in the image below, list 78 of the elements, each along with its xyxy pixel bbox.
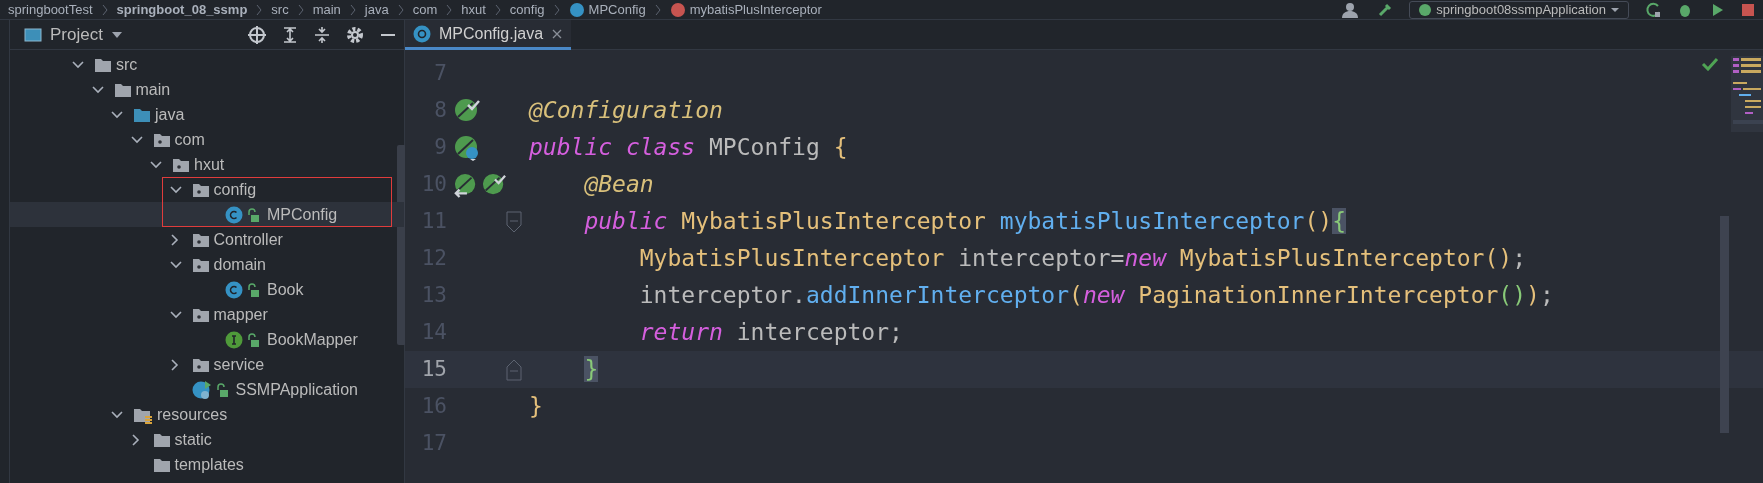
breadcrumb-item[interactable]: springbootTest <box>8 0 93 19</box>
tree-item[interactable]: SSMPApplication <box>169 379 358 400</box>
run-configuration-dropdown[interactable]: springboot08ssmpApplication <box>1409 0 1629 19</box>
method-icon <box>669 1 686 18</box>
chevron-down-icon[interactable] <box>169 185 182 196</box>
tree-item[interactable]: static <box>130 429 212 450</box>
class-icon <box>568 1 585 18</box>
breadcrumb-item[interactable]: java <box>364 0 389 19</box>
chevron-right-icon[interactable] <box>130 434 141 447</box>
breadcrumb-item[interactable]: hxut <box>461 0 486 19</box>
chevron-icon <box>396 3 405 16</box>
code-line: } <box>529 392 543 421</box>
chevron-icon <box>100 3 109 16</box>
tree-item[interactable]: com <box>130 129 205 150</box>
tree-item[interactable]: java <box>111 104 185 125</box>
chevron-down-icon[interactable] <box>169 310 182 321</box>
code-line: @Bean <box>583 170 654 199</box>
breadcrumb-item[interactable]: config <box>509 0 545 19</box>
chevron-icon <box>493 3 502 16</box>
expand-all-icon[interactable] <box>282 25 298 44</box>
chevron-icon <box>255 3 264 16</box>
breadcrumb-item[interactable]: MPConfig <box>588 0 646 19</box>
class-icon <box>413 24 431 43</box>
locate-icon[interactable] <box>248 25 266 44</box>
tree-item[interactable]: Book <box>189 279 304 300</box>
collapse-all-icon[interactable] <box>314 25 330 44</box>
chevron-icon <box>445 3 454 16</box>
bean-class-icon[interactable] <box>454 134 480 161</box>
code-line: public class MPConfig { <box>529 133 848 162</box>
chevron-icon <box>552 3 561 16</box>
code-line: return interceptor; <box>638 318 903 347</box>
line-number: 15 <box>420 356 448 383</box>
chevron-down-icon[interactable] <box>111 410 123 421</box>
chevron-right-icon[interactable] <box>169 234 180 247</box>
chevron-down-icon[interactable] <box>130 135 143 146</box>
editor-tab[interactable]: MPConfig.java <box>405 20 572 50</box>
breadcrumb-item[interactable]: mybatisPlusInterceptor <box>689 0 822 19</box>
panel-icon <box>24 26 42 43</box>
caret-icon <box>1610 5 1620 14</box>
settings-icon[interactable] <box>346 25 364 44</box>
tree-item[interactable]: config <box>169 179 257 200</box>
chevron-down-icon[interactable] <box>91 85 104 96</box>
code-line: @Configuration <box>529 96 723 125</box>
chevron-down-icon[interactable] <box>150 160 162 171</box>
tree-item[interactable]: Controller <box>169 229 283 250</box>
tree-item[interactable]: service <box>169 354 265 375</box>
chevron-right-icon[interactable] <box>169 359 180 372</box>
bean-navigate-icon[interactable] <box>454 171 478 198</box>
breadcrumb-item[interactable]: springboot_08_ssmp <box>116 0 248 19</box>
chevron-down-icon[interactable] <box>72 60 84 71</box>
breadcrumb-item[interactable]: com <box>412 0 438 19</box>
tree-item[interactable]: main <box>91 79 171 100</box>
check-icon[interactable] <box>1701 57 1719 71</box>
bean-check-icon[interactable] <box>454 97 480 124</box>
caret-icon <box>110 30 123 39</box>
tree-item[interactable]: BookMapper <box>189 329 358 350</box>
tree-item[interactable]: resources <box>111 404 228 425</box>
close-icon[interactable] <box>551 27 564 40</box>
stop-icon[interactable] <box>1741 2 1755 17</box>
chevron-icon <box>296 3 305 16</box>
hammer-icon[interactable] <box>1377 1 1394 18</box>
tree-item[interactable]: src <box>72 54 138 75</box>
tree-item[interactable]: hxut <box>150 154 225 175</box>
scrollbar-thumb[interactable] <box>1720 216 1729 433</box>
breadcrumb-item[interactable]: src <box>271 0 289 19</box>
project-view-dropdown[interactable]: Project <box>50 21 123 48</box>
tree-item[interactable]: templates <box>130 454 244 475</box>
tree-item[interactable]: mapper <box>169 304 268 325</box>
breadcrumb-item[interactable]: main <box>312 0 341 19</box>
tree-item[interactable]: domain <box>169 254 266 275</box>
code-line: interceptor.addInnerInterceptor(new PaginationInnerInterceptor()); <box>638 281 1554 310</box>
rerun-icon[interactable] <box>1645 1 1661 18</box>
chevron-icon <box>348 3 357 16</box>
code-line: MybatisPlusInterceptor interceptor=new MybatisPlusInterceptor(); <box>638 244 1527 273</box>
chevron-icon <box>653 3 662 16</box>
chevron-down-icon[interactable] <box>111 110 123 121</box>
chevron-down-icon[interactable] <box>169 260 182 271</box>
code-line: public MybatisPlusInterceptor mybatisPlusInterceptor(){ <box>583 207 1347 236</box>
